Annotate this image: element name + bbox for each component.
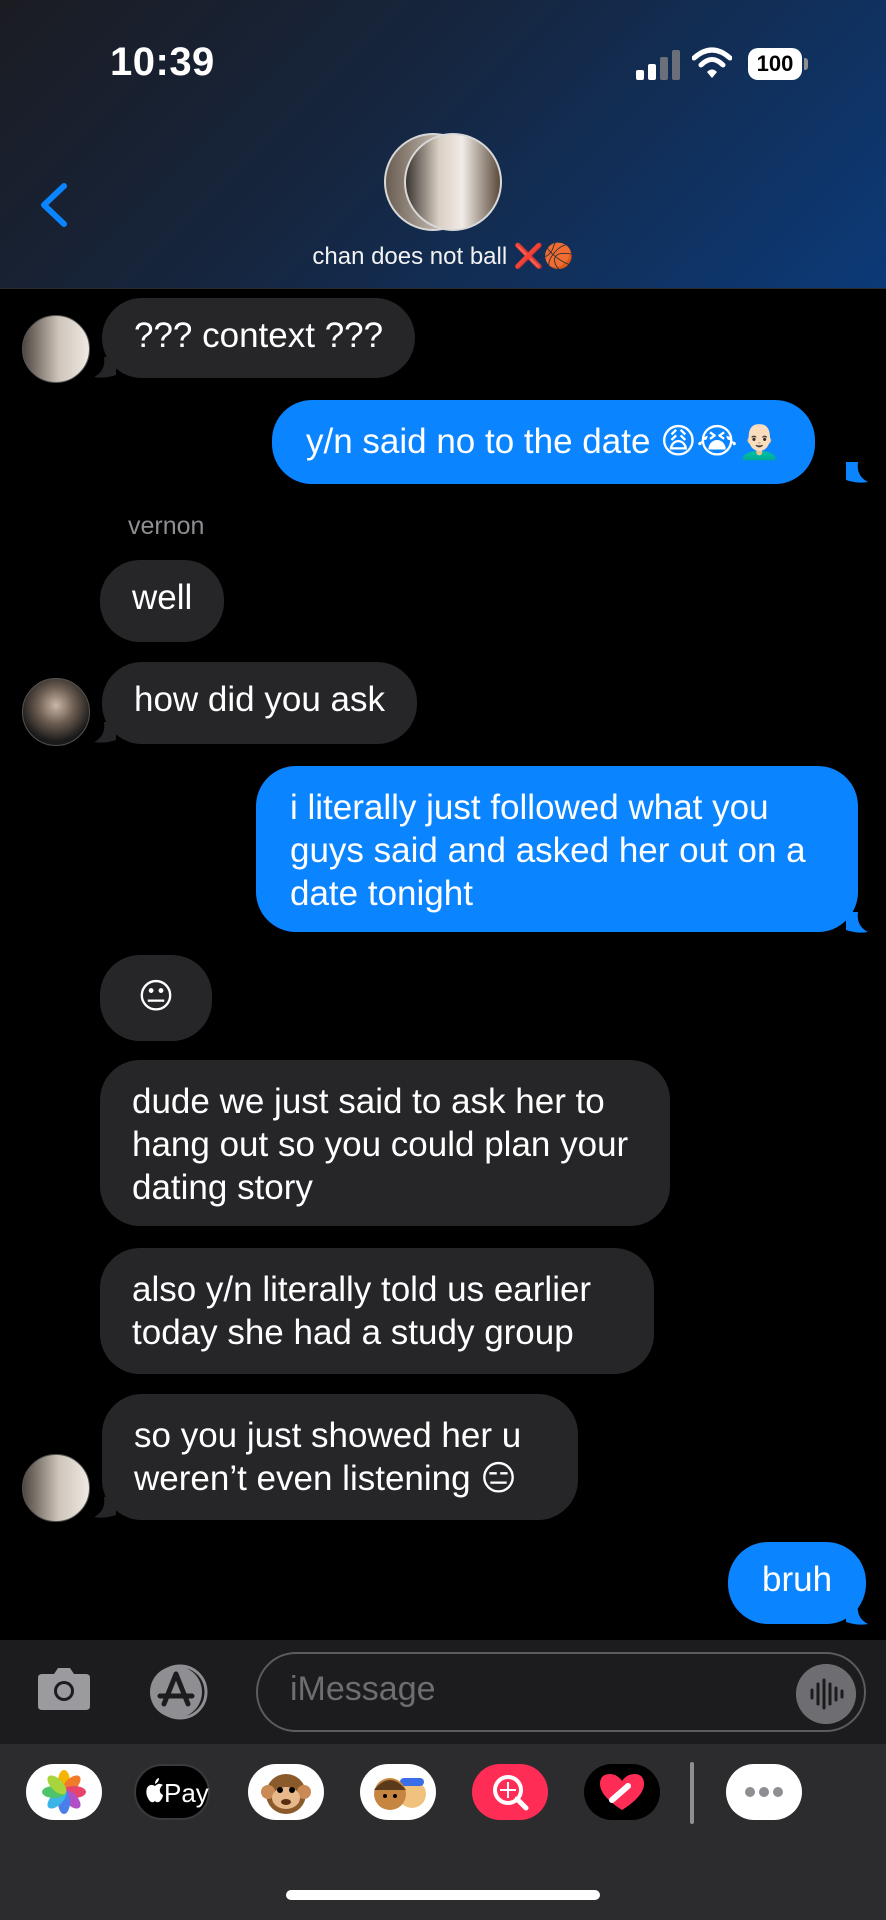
memoji-icon[interactable] <box>360 1764 436 1820</box>
group-avatar-photo-2 <box>404 133 502 231</box>
digital-touch-icon[interactable] <box>584 1764 660 1820</box>
status-time: 10:39 <box>110 40 215 84</box>
audio-message-icon[interactable] <box>796 1664 856 1724</box>
wifi-icon <box>692 47 732 78</box>
app-store-icon[interactable] <box>142 1664 218 1720</box>
incoming-message[interactable]: well <box>100 560 225 642</box>
group-avatar[interactable] <box>384 133 502 231</box>
bubble-tail-icon <box>846 912 868 933</box>
sender-avatar[interactable] <box>22 1454 90 1522</box>
incoming-message[interactable]: ??? context ??? <box>102 298 416 378</box>
photos-icon[interactable] <box>26 1764 102 1820</box>
conversation-name[interactable]: chan does not ball ❌🏀 <box>0 242 886 271</box>
incoming-message[interactable]: so you just showed her u weren’t even li… <box>102 1394 578 1520</box>
app-drawer-divider <box>690 1762 694 1824</box>
cellular-signal-icon <box>636 50 680 80</box>
message-input-placeholder: iMessage <box>290 1670 436 1708</box>
battery-indicator: 100 <box>748 48 808 80</box>
conversation-header: 10:39 100 chan does not ball ❌🏀 <box>0 0 886 289</box>
sender-name: vernon <box>128 512 205 540</box>
sender-avatar[interactable] <box>22 678 90 746</box>
bubble-tail-icon <box>846 462 868 483</box>
battery-level: 100 <box>748 48 802 80</box>
outgoing-message[interactable]: i literally just followed what you guys … <box>256 766 858 932</box>
sender-avatar[interactable] <box>22 315 90 383</box>
bubble-tail-icon <box>846 1604 868 1625</box>
incoming-message[interactable]: 😐 <box>100 955 212 1041</box>
more-apps-icon[interactable] <box>726 1764 802 1820</box>
battery-nub <box>804 58 808 70</box>
incoming-message[interactable]: also y/n literally told us earlier today… <box>100 1248 654 1374</box>
apple-pay-label: Pay <box>164 1778 209 1808</box>
camera-icon[interactable] <box>36 1664 92 1712</box>
apple-pay-icon[interactable]: Pay <box>134 1764 210 1820</box>
animoji-icon[interactable] <box>248 1764 324 1820</box>
image-search-icon[interactable] <box>472 1764 548 1820</box>
incoming-message[interactable]: dude we just said to ask her to hang out… <box>100 1060 670 1226</box>
home-indicator[interactable] <box>286 1890 600 1900</box>
incoming-message[interactable]: how did you ask <box>102 662 417 744</box>
outgoing-message[interactable]: y/n said no to the date 😩😭👨🏻‍🦲 <box>272 400 816 484</box>
apple-logo-icon <box>146 1778 163 1803</box>
back-chevron-icon[interactable] <box>34 180 74 230</box>
